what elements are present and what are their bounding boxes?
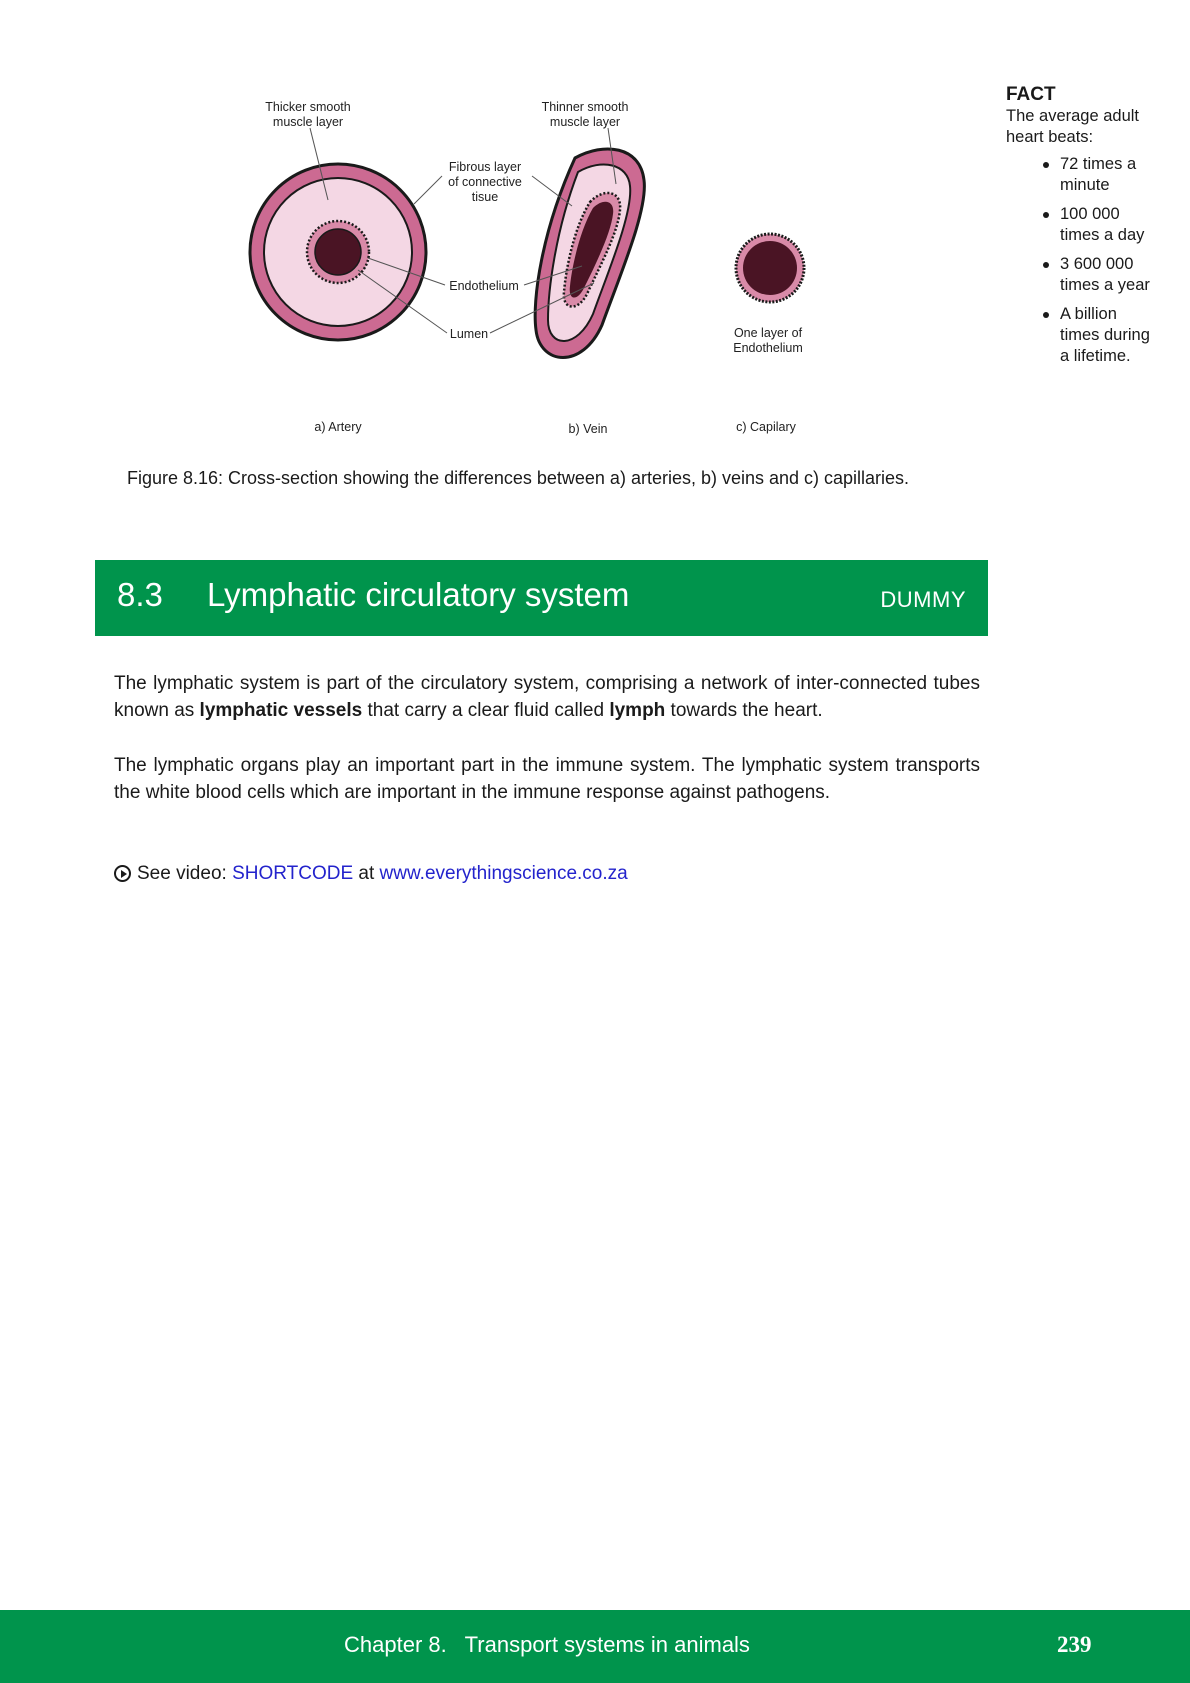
one-layer-endothelium-label: One layer of Endothelium: [733, 326, 803, 355]
figure-caption: Figure 8.16: Cross-section showing the d…: [127, 468, 910, 488]
paragraph-immune-system: The lymphatic organs play an important p…: [114, 755, 980, 803]
video-prefix: See video:: [137, 863, 233, 884]
vein-label: b) Vein: [568, 422, 608, 436]
play-icon: [114, 865, 131, 882]
capillary-diagram: [734, 232, 806, 304]
vein-diagram: [533, 147, 646, 359]
section-tag: DUMMY: [880, 587, 966, 612]
section-header: 8.3 Lymphatic circulatory system DUMMY: [95, 560, 988, 636]
fact-title: FACT: [1006, 84, 1056, 105]
page-number: 239: [1057, 1632, 1092, 1657]
vessel-cross-section-figure: Thicker smooth muscle layer Thinner smoo…: [230, 80, 830, 450]
fact-list-item: 3 600 000 times a year: [1043, 254, 1160, 296]
fact-box: FACT The average adult heart beats: 72 t…: [1006, 84, 1186, 375]
term-lymphatic-vessels: lymphatic vessels: [199, 700, 363, 721]
paragraph-lymphatic-intro: The lymphatic system is part of the circ…: [114, 670, 980, 724]
fact-list: 72 times a minute 100 000 times a day 3 …: [1006, 154, 1186, 367]
video-middle: at: [353, 863, 380, 884]
section-number: 8.3: [117, 576, 163, 613]
fact-list-item: 100 000 times a day: [1043, 204, 1160, 246]
thinner-muscle-label: Thinner smooth muscle layer: [541, 100, 629, 129]
section-title: Lymphatic circulatory system: [207, 576, 630, 613]
endothelium-label: Endothelium: [449, 279, 519, 293]
fact-intro: The average adult heart beats:: [1006, 107, 1140, 146]
video-reference: See video: SHORTCODE at www.everythingsc…: [114, 860, 628, 887]
website-link[interactable]: www.everythingscience.co.za: [380, 863, 628, 884]
shortcode-link[interactable]: SHORTCODE: [232, 863, 353, 884]
capillary-label: c) Capilary: [736, 420, 796, 434]
fact-list-item: 72 times a minute: [1043, 154, 1160, 196]
term-lymph: lymph: [609, 700, 666, 721]
artery-label: a) Artery: [314, 420, 362, 434]
paragraph-text: that carry a clear fluid called: [362, 700, 610, 721]
fibrous-layer-label: Fibrous layer of connective tisue: [448, 160, 522, 204]
fact-list-item: A billion times during a lifetime.: [1043, 304, 1160, 367]
thicker-muscle-label: Thicker smooth muscle layer: [265, 100, 351, 129]
artery-diagram: [248, 162, 428, 342]
footer-chapter-title: Chapter 8. Transport systems in animals: [344, 1632, 750, 1657]
paragraph-text: towards the heart.: [665, 700, 823, 721]
page-footer: Chapter 8. Transport systems in animals …: [0, 1610, 1190, 1683]
lumen-label: Lumen: [449, 327, 489, 341]
vessel-diagram: [248, 127, 806, 359]
